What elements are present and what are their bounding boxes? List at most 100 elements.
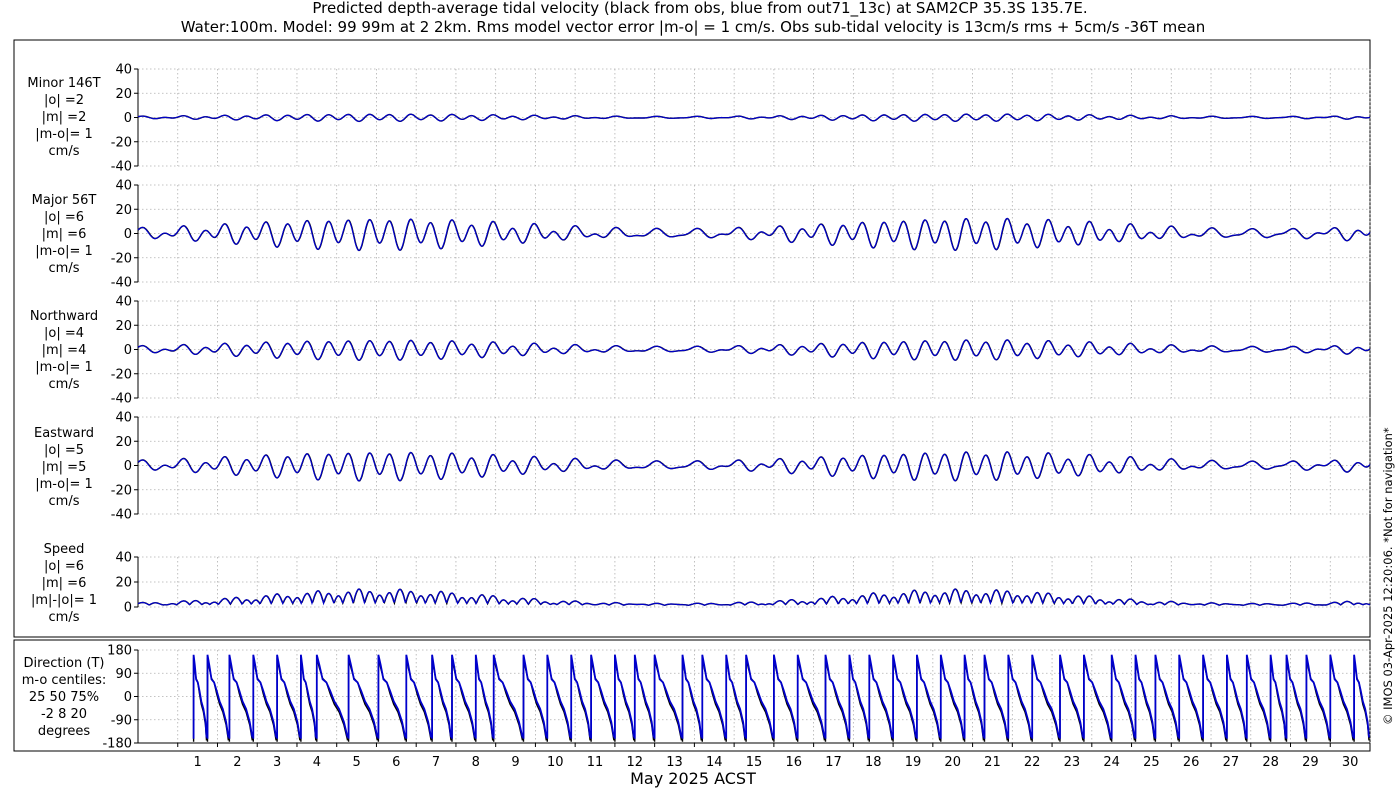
tidal-velocity-figure: Predicted depth-average tidal velocity (…	[0, 0, 1400, 800]
y-tick-label: -20	[111, 251, 132, 266]
x-tick-label-day-12: 12	[627, 755, 644, 770]
y-tick-label: -20	[111, 483, 132, 498]
y-tick-label: 0	[124, 227, 132, 242]
panels-group: -40 -20 0 20 40 Minor 146T |o| =2 |m| =2 |m-o|= …	[22, 63, 1371, 752]
x-tick-label-day-27: 27	[1223, 755, 1240, 770]
x-tick-label-day-23: 23	[1064, 755, 1081, 770]
y-tick-label: 0	[124, 601, 132, 616]
x-tick-label-day-17: 17	[825, 755, 842, 770]
panel-label-speed-2: |m| =6	[42, 576, 87, 591]
y-tick-label: -40	[111, 276, 132, 291]
y-tick-label: 0	[124, 459, 132, 474]
panel-label-major-4: cm/s	[49, 261, 80, 276]
panel-major: -40 -20 0 20 40 Major 56T |o| =6 |m| =6 |m-o|= 1…	[32, 179, 1371, 291]
panel-east: -40 -20 0 20 40 Eastward |o| =5 |m| =5 |m-o|= 1 c…	[34, 411, 1371, 523]
x-tick-label-day-22: 22	[1024, 755, 1041, 770]
panel-label-speed-4: cm/s	[49, 610, 80, 625]
x-tick-label-day-4: 4	[313, 755, 321, 770]
series-line-east-model	[137, 451, 1371, 482]
y-tick-label: 20	[115, 435, 132, 450]
x-tick-label-day-1: 1	[193, 755, 201, 770]
x-axis-label: May 2025 ACST	[630, 769, 756, 788]
panel-label-speed-1: |o| =6	[44, 559, 84, 574]
panel-label-major-2: |m| =6	[42, 227, 87, 242]
panel-label-east-4: cm/s	[49, 494, 80, 509]
y-tick-label: 180	[107, 644, 132, 659]
x-tick-label-day-2: 2	[233, 755, 241, 770]
y-tick-label: -90	[111, 713, 132, 728]
x-tick-label-day-9: 9	[511, 755, 519, 770]
series-line-north-model	[137, 339, 1371, 361]
copyright-credit: © IMOS 03-Apr-2025 12:20:06. *Not for na…	[1381, 427, 1395, 725]
y-tick-label: 40	[115, 551, 132, 566]
y-tick-label: 20	[115, 319, 132, 334]
x-tick-label-day-7: 7	[432, 755, 440, 770]
x-tick-label-day-19: 19	[905, 755, 922, 770]
panel-label-direction-3: -2 8 20	[41, 707, 87, 722]
y-tick-label: 0	[124, 343, 132, 358]
series-line-speed-model	[137, 588, 1371, 606]
figure-canvas: Predicted depth-average tidal velocity (…	[13, 0, 1395, 788]
panel-label-direction-2: 25 50 75%	[29, 690, 99, 705]
x-tick-label-day-11: 11	[587, 755, 604, 770]
y-tick-label: -20	[111, 367, 132, 382]
y-tick-label: 0	[124, 111, 132, 126]
y-tick-label: 40	[115, 179, 132, 194]
panel-label-north-0: Northward	[30, 309, 98, 324]
panel-label-direction-0: Direction (T)	[24, 656, 105, 671]
x-tick-label-day-29: 29	[1302, 755, 1319, 770]
panel-label-speed-3: |m|-|o|= 1	[31, 593, 97, 608]
panel-north: -40 -20 0 20 40 Northward |o| =4 |m| =4 |m-o|= 1…	[30, 295, 1371, 407]
x-tick-label-day-8: 8	[472, 755, 480, 770]
y-tick-label: 20	[115, 87, 132, 102]
x-axis: 1 2 3 4 5 6 7 8 9 10 11 12 13 14 15 16 17 18 19 20 21 22 23 24 2…	[138, 742, 1370, 770]
x-tick-label-day-24: 24	[1103, 755, 1120, 770]
panel-label-east-2: |m| =5	[42, 460, 87, 475]
panel-label-minor-3: |m-o|= 1	[35, 127, 93, 142]
panel-label-direction-1: m-o centiles:	[22, 673, 107, 688]
x-tick-label-day-10: 10	[547, 755, 564, 770]
x-tick-label-day-20: 20	[944, 755, 961, 770]
figure-title-line-1: Predicted depth-average tidal velocity (…	[312, 0, 1087, 18]
y-tick-label: 20	[115, 203, 132, 218]
panel-label-major-3: |m-o|= 1	[35, 244, 93, 259]
y-tick-label: 0	[124, 690, 132, 705]
panel-label-direction-4: degrees	[38, 724, 91, 739]
x-tick-label-day-3: 3	[273, 755, 281, 770]
x-tick-label-day-21: 21	[984, 755, 1001, 770]
y-tick-label: -40	[111, 392, 132, 407]
panel-label-minor-1: |o| =2	[44, 93, 84, 108]
y-tick-label: -20	[111, 135, 132, 150]
panel-label-minor-4: cm/s	[49, 144, 80, 159]
x-tick-label-day-5: 5	[352, 755, 360, 770]
panel-label-north-4: cm/s	[49, 377, 80, 392]
x-tick-label-day-14: 14	[706, 755, 723, 770]
figure-title-line-2: Water:100m. Model: 99 99m at 2 2km. Rms …	[181, 18, 1205, 36]
panel-label-major-1: |o| =6	[44, 210, 84, 225]
x-tick-label-day-25: 25	[1143, 755, 1160, 770]
panel-minor: -40 -20 0 20 40 Minor 146T |o| =2 |m| =2 |m-o|= …	[27, 63, 1371, 175]
x-tick-label-day-6: 6	[392, 755, 400, 770]
x-tick-label-day-15: 15	[746, 755, 763, 770]
x-tick-label-day-26: 26	[1183, 755, 1200, 770]
x-tick-label-day-13: 13	[666, 755, 683, 770]
panel-label-north-3: |m-o|= 1	[35, 360, 93, 375]
series-line-direction-model	[192, 654, 1370, 739]
y-tick-label: 90	[115, 667, 132, 682]
x-tick-label-day-18: 18	[865, 755, 882, 770]
y-tick-label: 40	[115, 63, 132, 78]
x-tick-label-day-28: 28	[1262, 755, 1279, 770]
y-tick-label: -40	[111, 508, 132, 523]
y-tick-label: 20	[115, 576, 132, 591]
panel-label-speed-0: Speed	[44, 542, 85, 557]
panel-speed: 0 20 40 Speed |o| =6 |m| =6 |m|-|o|= 1 cm/s	[31, 542, 1371, 625]
y-tick-label: 40	[115, 411, 132, 426]
panel-direction: -180 -90 0 90 180Direction (T) m-o centiles: 2…	[22, 644, 1371, 752]
panel-label-major-0: Major 56T	[32, 193, 97, 208]
y-tick-label: -40	[111, 160, 132, 175]
x-tick-label-day-30: 30	[1342, 755, 1359, 770]
series-line-major-model	[137, 217, 1371, 252]
panel-label-east-1: |o| =5	[44, 443, 84, 458]
panel-label-north-1: |o| =4	[44, 326, 84, 341]
y-tick-label: 40	[115, 295, 132, 310]
